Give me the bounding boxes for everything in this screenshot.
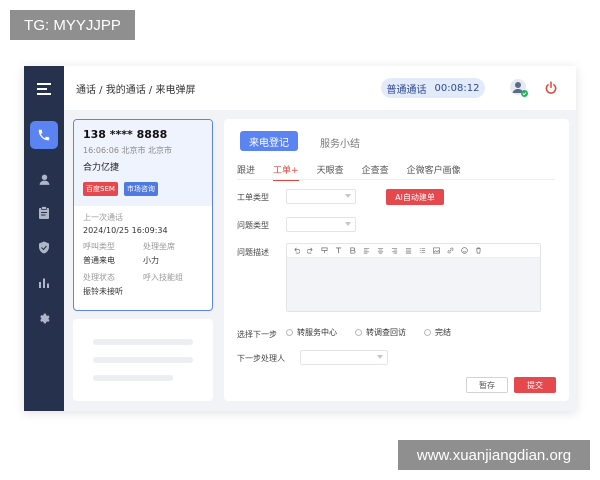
sidebar: [24, 66, 64, 411]
call-timer: 00:08:12: [434, 82, 480, 94]
caller-tags: 百度SEM 市场咨询: [83, 182, 203, 196]
radio-label: 转调查回访: [366, 328, 406, 337]
caller-phone: 138 **** 8888: [83, 128, 168, 141]
settings-icon[interactable]: [24, 303, 64, 333]
bar-chart-icon[interactable]: [24, 268, 64, 298]
power-icon[interactable]: [544, 80, 560, 96]
radio-dot[interactable]: [424, 329, 431, 336]
call-status-label: 普通通话: [386, 84, 427, 96]
issue-desc-editor[interactable]: [286, 243, 541, 312]
caller-details: 上一次通话 2024/10/25 16:09:34 呼叫类型 普通来电 处理坐席…: [74, 206, 212, 303]
submit-button[interactable]: 提交: [514, 377, 556, 393]
issue-type-label: 问题类型: [237, 221, 269, 230]
chevron-down-icon: [345, 194, 351, 198]
caller-location: 北京市 北京市: [121, 146, 173, 155]
emoji-icon[interactable]: [461, 247, 468, 254]
skeleton-line: [93, 375, 173, 381]
ticket-type-label: 工单类型: [237, 193, 269, 202]
tag-source: 百度SEM: [83, 182, 118, 196]
text-icon[interactable]: [335, 247, 342, 254]
bold-icon[interactable]: [349, 247, 356, 254]
list-icon[interactable]: [419, 247, 426, 254]
image-icon[interactable]: [433, 247, 440, 254]
skeleton-line: [93, 339, 193, 345]
link-icon[interactable]: [447, 247, 454, 254]
tab-call-register[interactable]: 来电登记: [240, 131, 298, 151]
undo-icon[interactable]: [293, 247, 300, 254]
agent-value: 小力: [143, 256, 159, 265]
call-type-row: 呼叫类型 普通来电 处理坐席 小力: [83, 241, 203, 266]
ticket-type-select[interactable]: [286, 189, 356, 204]
main-panel: 来电登记 服务小结 跟进 工单+ 天眼查 企查查 企微客户画像 工单类型 AI自…: [224, 119, 569, 401]
user-icon[interactable]: [24, 164, 64, 194]
call-type-value: 普通来电: [83, 256, 115, 265]
chevron-down-icon: [345, 222, 351, 226]
phone-icon[interactable]: [30, 121, 58, 149]
redo-icon[interactable]: [307, 247, 314, 254]
radio-label: 转服务中心: [297, 328, 337, 337]
watermark-top: TG: MYYJJPP: [10, 10, 135, 40]
editor-toolbar: [287, 244, 540, 258]
align-left-icon[interactable]: [363, 247, 370, 254]
radio-service-center[interactable]: 转服务中心: [286, 327, 337, 338]
next-handler-label: 下一步处理人: [237, 354, 285, 363]
status-value: 振铃未接听: [83, 287, 123, 296]
tab-service-summary[interactable]: 服务小结: [320, 135, 360, 150]
agent-label: 处理坐席: [143, 242, 175, 251]
top-bar: 通话 / 我的通话 / 来电弹屏 普通通话 00:08:12: [64, 66, 576, 110]
app-window: 通话 / 我的通话 / 来电弹屏 普通通话 00:08:12 138 **** …: [24, 66, 576, 411]
chevron-down-icon: [377, 355, 383, 359]
caller-summary: 138 **** 8888 16:06:06 北京市 北京市 合力亿捷 百度SE…: [74, 120, 212, 206]
last-call-value: 2024/10/25 16:09:34: [83, 226, 168, 235]
status-row: 处理状态 振铃未接听 呼入技能组: [83, 272, 203, 297]
watermark-bottom: www.xuanjiangdian.org: [398, 440, 590, 470]
caller-card[interactable]: 138 **** 8888 16:06:06 北京市 北京市 合力亿捷 百度SE…: [73, 119, 213, 311]
subtab-divider: [237, 179, 555, 180]
issue-desc-label: 问题描述: [237, 248, 269, 257]
caller-time: 16:06:06: [83, 146, 119, 155]
skeleton-line: [93, 357, 193, 363]
menu-icon[interactable]: [24, 74, 64, 104]
next-step-radios: 转服务中心 转调查回访 完结: [286, 327, 459, 338]
format-painter-icon[interactable]: [321, 247, 328, 254]
editor-textarea[interactable]: [287, 258, 540, 311]
trash-icon[interactable]: [475, 247, 482, 254]
skill-group-label: 呼入技能组: [143, 273, 183, 282]
status-label: 处理状态: [83, 273, 115, 282]
justify-icon[interactable]: [405, 247, 412, 254]
last-call-label: 上一次通话: [83, 213, 123, 222]
next-step-label: 选择下一步: [237, 330, 277, 339]
tag-category: 市场咨询: [123, 182, 158, 196]
align-center-icon[interactable]: [377, 247, 384, 254]
radio-survey-callback[interactable]: 转调查回访: [355, 327, 406, 338]
avatar[interactable]: [509, 78, 529, 98]
ai-auto-create-button[interactable]: AI自动建单: [386, 189, 444, 205]
issue-type-select[interactable]: [286, 217, 356, 232]
call-type-label: 呼叫类型: [83, 242, 115, 251]
call-status-pill: 普通通话 00:08:12: [381, 78, 485, 98]
caller-meta: 16:06:06 北京市 北京市: [83, 145, 203, 156]
shield-icon[interactable]: [24, 232, 64, 262]
radio-dot[interactable]: [355, 329, 362, 336]
radio-complete[interactable]: 完结: [424, 327, 451, 338]
caller-company: 合力亿捷: [83, 163, 120, 173]
placeholder-card: [73, 319, 213, 401]
breadcrumb[interactable]: 通话 / 我的通话 / 来电弹屏: [76, 81, 195, 96]
clipboard-icon[interactable]: [24, 197, 64, 227]
radio-label: 完结: [435, 328, 451, 337]
save-draft-button[interactable]: 暂存: [466, 377, 508, 393]
radio-dot[interactable]: [286, 329, 293, 336]
next-handler-select[interactable]: [300, 350, 388, 365]
align-right-icon[interactable]: [391, 247, 398, 254]
